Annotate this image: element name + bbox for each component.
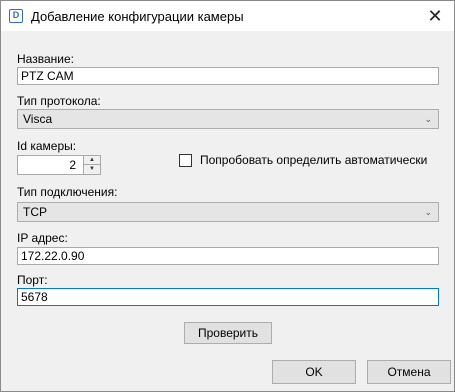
window-title: Добавление конфигурации камеры — [31, 9, 244, 24]
title-bar: D Добавление конфигурации камеры ✕ — [1, 1, 454, 31]
name-field[interactable]: PTZ CAM — [17, 67, 439, 85]
check-button[interactable]: Проверить — [184, 322, 272, 344]
protocol-select[interactable]: Visca ⌄ — [17, 109, 439, 129]
chevron-down-icon: ⌄ — [424, 207, 432, 217]
camera-id-value: 2 — [69, 158, 76, 172]
stepper-up-icon[interactable]: ▲ — [84, 156, 100, 165]
name-label: Название: — [17, 52, 74, 66]
close-icon[interactable]: ✕ — [424, 5, 446, 27]
port-label: Порт: — [17, 273, 48, 287]
protocol-select-value: Visca — [23, 112, 53, 126]
connection-type-select[interactable]: TCP ⌄ — [17, 202, 439, 222]
stepper-buttons: ▲ ▼ — [83, 156, 100, 174]
chevron-down-icon: ⌄ — [424, 114, 432, 124]
stepper-down-icon[interactable]: ▼ — [84, 165, 100, 174]
camera-id-stepper[interactable]: 2 ▲ ▼ — [17, 155, 101, 175]
ip-address-field[interactable]: 172.22.0.90 — [17, 247, 439, 265]
camera-id-label: Id камеры: — [17, 139, 77, 153]
auto-detect-label[interactable]: Попробовать определить автоматически — [200, 153, 427, 167]
protocol-label: Тип протокола: — [17, 94, 101, 108]
cancel-button[interactable]: Отмена — [367, 360, 451, 384]
ip-address-label: IP адрес: — [17, 231, 68, 245]
connection-type-label: Тип подключения: — [17, 185, 118, 199]
ok-button[interactable]: OK — [272, 360, 356, 384]
auto-detect-checkbox[interactable] — [179, 154, 192, 167]
app-icon: D — [9, 9, 23, 23]
connection-type-value: TCP — [23, 205, 47, 219]
camera-config-dialog: D Добавление конфигурации камеры ✕ Назва… — [0, 0, 455, 392]
port-field[interactable]: 5678 — [17, 288, 439, 306]
